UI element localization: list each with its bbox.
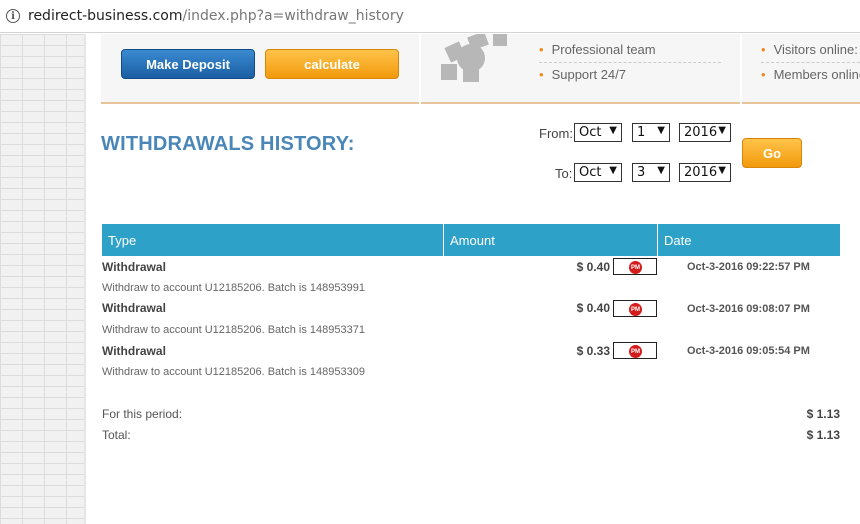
members-online: • Members online: [761, 67, 860, 82]
dropdown-arrow-icon: ▼: [657, 165, 665, 176]
brick-background: [0, 34, 84, 524]
column-header-type: Type: [102, 224, 444, 256]
dropdown-arrow-icon: ▼: [718, 165, 726, 176]
row-date: Oct-3-2016 09:22:57 PM: [687, 261, 810, 273]
column-header-date: Date: [664, 232, 692, 248]
dropdown-arrow-icon: ▼: [609, 165, 617, 176]
bullet-icon: •: [761, 67, 766, 82]
select-value: 2016: [684, 125, 718, 140]
row-amount: $ 0.40: [576, 260, 610, 274]
top-panel: Make Deposit calculate • Professional tea…: [101, 34, 860, 104]
feature-label: Support 24/7: [551, 67, 627, 82]
visitors-online: • Visitors online:: [761, 42, 858, 57]
bullet-icon: •: [539, 67, 544, 82]
make-deposit-button[interactable]: Make Deposit: [121, 49, 255, 79]
row-type: Withdrawal: [102, 344, 166, 358]
perfect-money-icon: PM: [629, 261, 642, 274]
perfect-money-icon: PM: [629, 303, 642, 316]
select-value: Oct: [579, 165, 602, 180]
perfect-money-icon: PM: [629, 345, 642, 358]
dropdown-arrow-icon: ▼: [657, 125, 665, 136]
from-year-select[interactable]: 2016 ▼: [679, 123, 731, 142]
url-text[interactable]: redirect-business.com/index.php?a=withdr…: [28, 8, 404, 24]
table-header: Type Amount Date: [102, 224, 840, 256]
main-content: Make Deposit calculate • Professional tea…: [86, 34, 860, 524]
row-amount: $ 0.33: [576, 344, 610, 358]
dashed-separator: [539, 62, 721, 63]
row-type: Withdrawal: [102, 260, 166, 274]
panel-divider: [419, 34, 421, 104]
bullet-icon: •: [761, 42, 766, 57]
from-day-select[interactable]: 1 ▼: [632, 123, 670, 142]
select-value: Oct: [579, 125, 602, 140]
to-year-select[interactable]: 2016 ▼: [679, 163, 731, 182]
select-value: 3: [637, 165, 646, 180]
feature-label: Professional team: [551, 42, 656, 57]
grand-total-label: Total:: [102, 428, 131, 442]
stat-label: Members online: [773, 67, 860, 82]
page-title: WITHDRAWALS HISTORY:: [101, 133, 355, 155]
info-icon[interactable]: i: [6, 9, 20, 23]
url-path: /index.php?a=withdraw_history: [182, 8, 404, 24]
row-description: Withdraw to account U12185206. Batch is …: [102, 324, 365, 336]
row-date: Oct-3-2016 09:08:07 PM: [687, 303, 810, 315]
stat-label: Visitors online:: [773, 42, 858, 57]
grand-total-value: $ 1.13: [806, 428, 840, 442]
row-amount: $ 0.40: [576, 301, 610, 315]
row-description: Withdraw to account U12185206. Batch is …: [102, 282, 365, 294]
row-description: Withdraw to account U12185206. Batch is …: [102, 366, 365, 378]
bullet-icon: •: [539, 42, 544, 57]
address-bar[interactable]: i redirect-business.com/index.php?a=with…: [0, 0, 860, 33]
to-month-select[interactable]: Oct ▼: [574, 163, 622, 182]
go-button[interactable]: Go: [742, 138, 802, 168]
row-date: Oct-3-2016 09:05:54 PM: [687, 345, 810, 357]
perfect-money-badge: PM: [613, 342, 657, 359]
dashed-separator: [761, 62, 860, 63]
from-label: From:: [539, 126, 573, 141]
perfect-money-badge: PM: [613, 300, 657, 317]
dropdown-arrow-icon: ▼: [609, 125, 617, 136]
dropdown-arrow-icon: ▼: [718, 125, 726, 136]
perfect-money-badge: PM: [613, 258, 657, 275]
select-value: 2016: [684, 165, 718, 180]
select-value: 1: [637, 125, 646, 140]
row-type: Withdrawal: [102, 301, 166, 315]
period-total-value: $ 1.13: [806, 407, 840, 421]
feature-professional-team: • Professional team: [539, 42, 656, 57]
gear-icon: [441, 34, 507, 82]
panel-divider: [740, 34, 742, 104]
to-label: To:: [555, 166, 573, 181]
column-header-amount: Amount: [444, 224, 658, 256]
feature-support: • Support 24/7: [539, 67, 626, 82]
calculate-button[interactable]: calculate: [265, 49, 399, 79]
from-month-select[interactable]: Oct ▼: [574, 123, 622, 142]
url-host: redirect-business.com: [28, 8, 183, 24]
to-day-select[interactable]: 3 ▼: [632, 163, 670, 182]
period-total-label: For this period:: [102, 407, 183, 421]
